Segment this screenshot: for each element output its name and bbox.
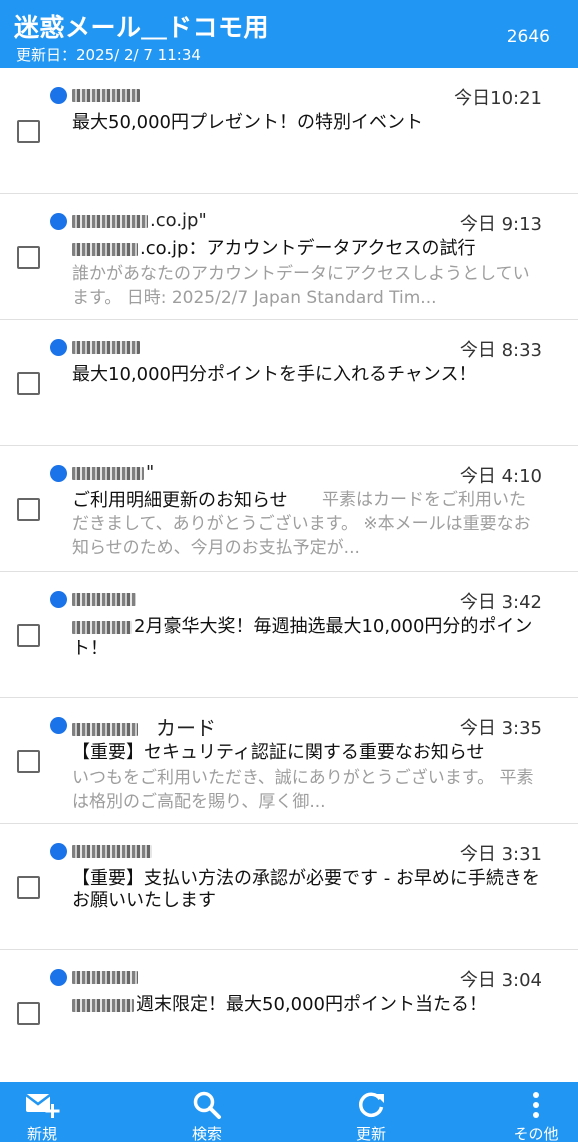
refresh-button[interactable]: 更新	[331, 1082, 411, 1142]
folder-title: 迷惑メール＿ドコモ用	[14, 13, 270, 42]
compose-mail-icon	[25, 1094, 60, 1118]
unread-dot	[50, 843, 67, 860]
message-preview: 誰かがあなたのアカウントデータにアクセスしようとしています。 日時: 2025/…	[72, 264, 530, 308]
unread-dot	[50, 213, 67, 230]
list-item[interactable]: 今日 3:04 週末限定！最大50,000円ポイント当たる！	[0, 950, 578, 1076]
refresh-icon	[359, 1092, 384, 1117]
new-mail-label: 新規	[26, 1125, 57, 1142]
message-subject: 【重要】支払い方法の承認が必要です - お早めに手続きをお願いいたします	[72, 868, 540, 911]
unread-dot	[50, 339, 67, 356]
select-checkbox[interactable]	[17, 876, 40, 899]
redacted-text	[72, 844, 152, 858]
more-label: その他	[513, 1125, 559, 1142]
refresh-label: 更新	[355, 1125, 386, 1142]
select-checkbox[interactable]	[17, 498, 40, 521]
new-mail-button[interactable]: 新規	[2, 1082, 82, 1142]
message-count: 2646	[506, 27, 550, 47]
select-checkbox[interactable]	[17, 120, 40, 143]
select-checkbox[interactable]	[17, 246, 40, 269]
message-list: 今日10:21 最大50,000円プレゼント！の特別イベント .co.jp" 今…	[0, 68, 578, 1082]
message-subject: 最大10,000円分ポイントを手に入れるチャンス！	[72, 364, 477, 385]
search-icon	[193, 1091, 221, 1119]
received-time: 今日 3:31	[459, 844, 542, 865]
sender-name: .co.jp"	[72, 210, 207, 231]
updated-timestamp: 更新日：2025/ 2/ 7 11:34	[16, 46, 201, 64]
received-time: 今日 9:13	[459, 214, 542, 235]
select-checkbox[interactable]	[17, 1002, 40, 1025]
search-label: 検索	[191, 1125, 222, 1142]
list-item[interactable]: " 今日 4:10 ご利用明細更新のお知らせ 平素はカードをご利用いただきまして…	[0, 446, 578, 572]
received-time: 今日 3:35	[459, 718, 542, 739]
list-item[interactable]: 今日 3:31 【重要】支払い方法の承認が必要です - お早めに手続きをお願いい…	[0, 824, 578, 950]
redacted-text	[72, 340, 140, 354]
sender-name: "	[72, 462, 154, 483]
sender-name	[72, 966, 140, 987]
redacted-text	[72, 620, 132, 634]
more-vertical-icon	[533, 1092, 539, 1118]
received-time: 今日 3:42	[459, 592, 542, 613]
sender-name	[72, 588, 138, 609]
message-preview: いつもをご利用いただき、誠にありがとうございます。 平素は格別のご高配を賜り、厚…	[72, 768, 534, 812]
message-subject: 【重要】セキュリティ認証に関する重要なお知らせ	[72, 742, 485, 763]
sender-name: カード	[72, 712, 216, 741]
message-subject: 週末限定！最大50,000円ポイント当たる！	[72, 994, 542, 1016]
list-item[interactable]: 今日 8:33 最大10,000円分ポイントを手に入れるチャンス！	[0, 320, 578, 446]
unread-dot	[50, 969, 67, 986]
sender-name	[72, 336, 142, 357]
app-header: 迷惑メール＿ドコモ用 更新日：2025/ 2/ 7 11:34 2646	[0, 0, 578, 68]
message-subject: 2月豪华大奖！毎週抽选最大10,000円分的ポイント！	[72, 616, 533, 659]
list-item[interactable]: カード 今日 3:35 【重要】セキュリティ認証に関する重要なお知らせ いつもを…	[0, 698, 578, 824]
unread-dot	[50, 87, 67, 104]
list-item[interactable]: 今日10:21 最大50,000円プレゼント！の特別イベント	[0, 68, 578, 194]
unread-dot	[50, 465, 67, 482]
redacted-text	[72, 214, 148, 228]
redacted-text	[72, 466, 144, 480]
redacted-text	[72, 592, 136, 606]
list-item[interactable]: .co.jp" 今日 9:13 .co.jp：アカウントデータアクセスの試行 誰…	[0, 194, 578, 320]
search-button[interactable]: 検索	[167, 1082, 247, 1142]
redacted-text	[72, 242, 138, 256]
sender-name	[72, 840, 154, 861]
sender-name	[72, 84, 142, 105]
unread-dot	[50, 717, 67, 734]
unread-dot	[50, 591, 67, 608]
received-time: 今日 8:33	[459, 340, 542, 361]
select-checkbox[interactable]	[17, 624, 40, 647]
redacted-text	[72, 723, 138, 736]
redacted-text	[72, 970, 138, 984]
bottom-toolbar: 新規 検索 更新 その他	[0, 1082, 578, 1142]
list-item[interactable]: 今日 3:42 2月豪华大奖！毎週抽选最大10,000円分的ポイント！	[0, 572, 578, 698]
received-time: 今日10:21	[454, 88, 542, 109]
received-time: 今日 3:04	[459, 970, 542, 991]
more-button[interactable]: その他	[496, 1082, 576, 1142]
message-subject: .co.jp：アカウントデータアクセスの試行	[72, 238, 542, 260]
message-preview: 平素はカードをご利用いただきまして、ありがとうございます。 ※本メールは重要なお…	[72, 490, 531, 558]
redacted-text	[72, 998, 134, 1012]
select-checkbox[interactable]	[17, 372, 40, 395]
select-checkbox[interactable]	[17, 750, 40, 773]
received-time: 今日 4:10	[459, 466, 542, 487]
message-subject: 最大50,000円プレゼント！の特別イベント	[72, 112, 423, 133]
redacted-text	[72, 88, 140, 102]
